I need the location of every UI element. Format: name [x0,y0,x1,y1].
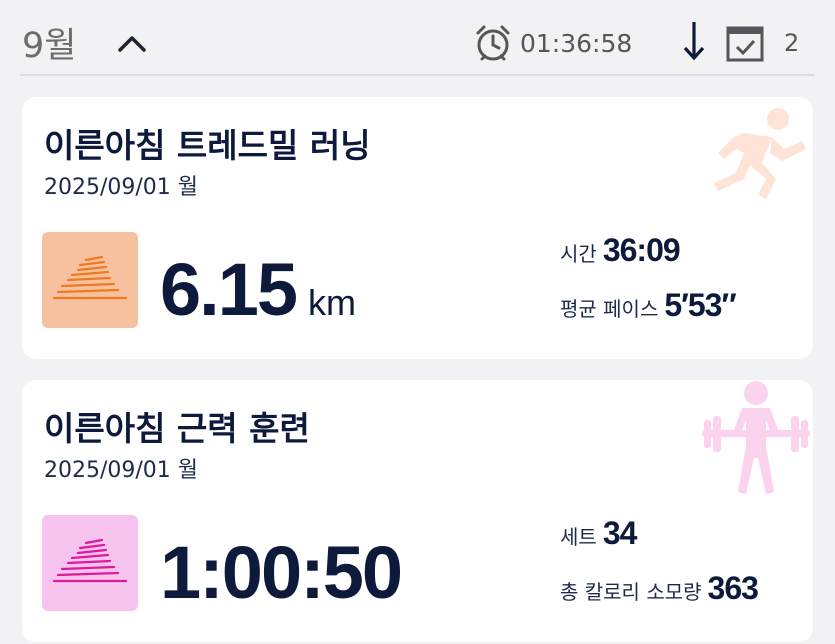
stat-label: 세트 [560,525,597,549]
workout-type-tile [42,232,138,328]
workout-title: 이른아침 근력 훈련 [44,409,310,448]
treadmill-icon [52,255,128,300]
total-time-value: 01:36:58 [520,28,633,58]
workout-card[interactable]: 이른아침 근력 훈련 2025/09/01 월 1:00:50 세트 34 총 … [22,380,813,642]
month-header: 9월 01:36:58 2 [0,0,835,76]
workout-type-tile [42,515,138,611]
alarm-clock-icon [476,25,510,61]
stat-value: 363 [707,570,759,606]
stat-label: 시간 [560,242,597,266]
stat-sets: 세트 34 [560,515,638,552]
running-icon [714,108,806,199]
stat-time: 시간 36:09 [560,232,681,269]
distance-unit: km [308,282,357,323]
sort-down-icon[interactable] [682,20,706,62]
duration-value: 1:00:50 [160,530,403,615]
workout-count: 2 [784,29,800,57]
chevron-up-icon[interactable] [114,26,150,62]
weightlifting-icon [702,381,810,494]
calendar-check-icon[interactable] [725,23,765,63]
strength-training-icon [52,538,128,583]
workout-date: 2025/09/01 월 [44,458,199,483]
header-divider [20,74,815,76]
workout-card[interactable]: 이른아침 트레드밀 러닝 2025/09/01 월 6.15 km 시간 36:0… [22,97,813,359]
stat-label: 총 칼로리 소모량 [560,580,702,604]
workout-date: 2025/09/01 월 [44,175,199,200]
total-time: 01:36:58 [474,24,632,62]
stat-calories: 총 칼로리 소모량 363 [560,570,759,607]
workout-title: 이른아침 트레드밀 러닝 [44,126,371,165]
month-label: 9월 [22,26,77,66]
distance-value: 6.15 km [160,247,356,332]
stat-value: 5′53″ [664,287,736,323]
duration-number: 1:00:50 [160,531,403,614]
stat-value: 34 [602,515,638,551]
stat-pace: 평균 페이스 5′53″ [560,287,737,324]
distance-number: 6.15 [160,248,298,331]
stat-label: 평균 페이스 [560,297,659,321]
stat-value: 36:09 [602,232,681,268]
